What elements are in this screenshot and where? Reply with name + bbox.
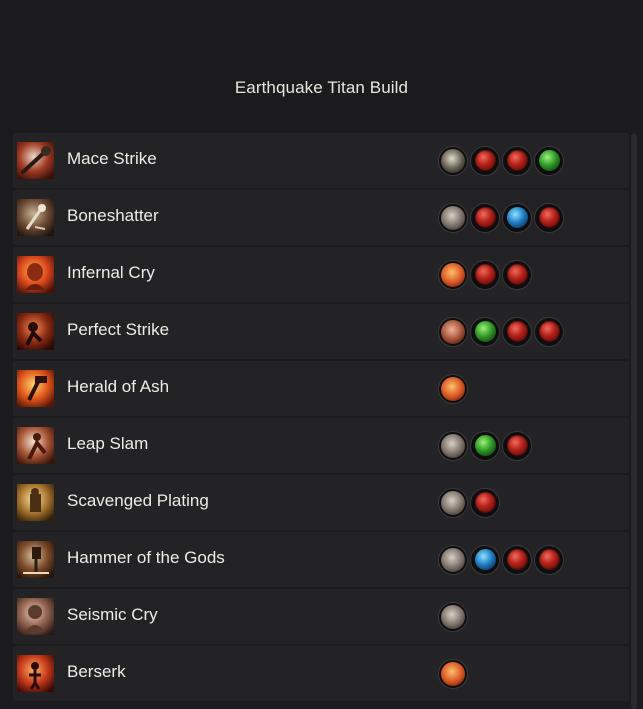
skill-row[interactable]: Perfect Strike [13, 304, 629, 359]
skill-row[interactable]: Hammer of the Gods [13, 532, 629, 587]
skill-gem-socket[interactable] [438, 658, 468, 689]
skill-gem-socket[interactable] [438, 373, 468, 404]
support-gem-socket[interactable] [534, 202, 564, 233]
skill-gem-icon [441, 661, 465, 686]
red-support-gem-icon [506, 150, 528, 171]
skill-row[interactable]: Infernal Cry [13, 247, 629, 302]
skill-list: Mace Strike Boneshatter Infernal Cry Perfec… [13, 133, 629, 709]
skill-gem-icon [441, 319, 465, 344]
skill-gem-socket[interactable] [438, 316, 468, 347]
seismic-cry-icon [17, 598, 54, 635]
support-gem-socket[interactable] [470, 145, 500, 176]
berserk-icon [17, 655, 54, 692]
red-support-gem-icon [506, 264, 528, 285]
skill-gem-socket[interactable] [438, 202, 468, 233]
skill-name: Herald of Ash [67, 377, 170, 396]
skill-row[interactable]: Leap Slam [13, 418, 629, 473]
skill-row[interactable]: Scavenged Plating [13, 475, 629, 530]
red-support-gem-icon [506, 435, 528, 456]
red-support-gem-icon [506, 549, 528, 570]
gem-sockets [438, 373, 470, 404]
skill-gem-icon [441, 604, 465, 629]
red-support-gem-icon [474, 492, 496, 513]
skill-gem-socket[interactable] [438, 145, 468, 176]
skill-name: Scavenged Plating [67, 491, 209, 510]
support-gem-socket[interactable] [502, 430, 532, 461]
skill-name: Perfect Strike [67, 320, 170, 339]
gem-sockets [438, 544, 566, 575]
red-support-gem-icon [474, 150, 496, 171]
skill-row[interactable]: Seismic Cry [13, 589, 629, 644]
skill-row[interactable]: Boneshatter [13, 190, 629, 245]
skill-name: Hammer of the Gods [67, 548, 225, 567]
skill-name: Berserk [67, 662, 126, 681]
skill-gem-icon [441, 490, 465, 515]
blue-support-gem-icon [506, 207, 528, 228]
skill-gem-icon [441, 376, 465, 401]
skill-gem-socket[interactable] [438, 430, 468, 461]
gem-sockets [438, 601, 470, 632]
green-support-gem-icon [538, 150, 560, 171]
support-gem-socket[interactable] [502, 202, 532, 233]
support-gem-socket[interactable] [470, 430, 500, 461]
gem-sockets [438, 430, 534, 461]
perfect-strike-icon [17, 313, 54, 350]
gem-sockets [438, 259, 534, 290]
support-gem-socket[interactable] [502, 145, 532, 176]
skill-gem-icon [441, 547, 465, 572]
gem-sockets [438, 658, 470, 689]
gem-sockets [438, 316, 566, 347]
infernal-cry-icon [17, 256, 54, 293]
support-gem-socket[interactable] [502, 259, 532, 290]
skill-gem-socket[interactable] [438, 259, 468, 290]
leap-slam-icon [17, 427, 54, 464]
gem-sockets [438, 487, 502, 518]
support-gem-socket[interactable] [470, 316, 500, 347]
hammer-of-the-gods-icon [17, 541, 54, 578]
support-gem-socket[interactable] [534, 544, 564, 575]
support-gem-socket[interactable] [470, 202, 500, 233]
scrollbar-thumb[interactable] [631, 133, 637, 709]
mace-strike-icon [17, 142, 54, 179]
skill-gem-socket[interactable] [438, 487, 468, 518]
skill-gem-icon [441, 433, 465, 458]
red-support-gem-icon [474, 207, 496, 228]
scavenged-plating-icon [17, 484, 54, 521]
support-gem-socket[interactable] [470, 544, 500, 575]
build-title: Earthquake Titan Build [234, 78, 409, 97]
support-gem-socket[interactable] [502, 544, 532, 575]
skill-gem-socket[interactable] [438, 601, 468, 632]
red-support-gem-icon [506, 321, 528, 342]
support-gem-socket[interactable] [502, 316, 532, 347]
skill-name: Boneshatter [67, 206, 159, 225]
scrollbar[interactable] [631, 133, 637, 709]
blue-support-gem-icon [474, 549, 496, 570]
boneshatter-icon [17, 199, 54, 236]
red-support-gem-icon [538, 321, 560, 342]
support-gem-socket[interactable] [534, 145, 564, 176]
support-gem-socket[interactable] [470, 259, 500, 290]
red-support-gem-icon [538, 207, 560, 228]
green-support-gem-icon [474, 435, 496, 456]
skill-gem-icon [441, 262, 465, 287]
skill-gem-icon [441, 148, 465, 173]
herald-of-ash-icon [17, 370, 54, 407]
skill-name: Mace Strike [67, 149, 157, 168]
skill-gem-socket[interactable] [438, 544, 468, 575]
red-support-gem-icon [538, 549, 560, 570]
skill-name: Leap Slam [67, 434, 149, 453]
skill-name: Infernal Cry [67, 263, 155, 282]
skill-row[interactable]: Berserk [13, 646, 629, 701]
gem-sockets [438, 202, 566, 233]
skill-name: Seismic Cry [67, 605, 158, 624]
skill-gem-icon [441, 205, 465, 230]
build-panel: Earthquake Titan Build Mace Strike Bonesh… [0, 0, 643, 709]
green-support-gem-icon [474, 321, 496, 342]
gem-sockets [438, 145, 566, 176]
support-gem-socket[interactable] [470, 487, 500, 518]
skill-row[interactable]: Mace Strike [13, 133, 629, 188]
red-support-gem-icon [474, 264, 496, 285]
skill-row[interactable]: Herald of Ash [13, 361, 629, 416]
support-gem-socket[interactable] [534, 316, 564, 347]
